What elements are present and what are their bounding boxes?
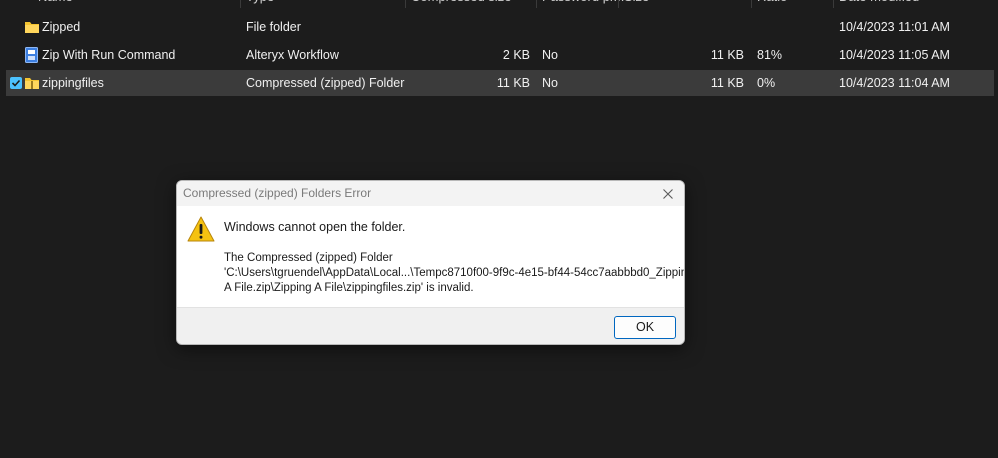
error-detail: The Compressed (zipped) Folder 'C:\Users… xyxy=(224,251,685,296)
column-compressed-size[interactable]: Compressed size xyxy=(411,0,511,8)
checkmark-icon xyxy=(11,79,21,87)
file-password: No xyxy=(542,48,558,62)
column-divider[interactable] xyxy=(618,0,619,8)
file-type: Alteryx Workflow xyxy=(246,48,339,62)
column-divider[interactable] xyxy=(833,0,834,8)
dialog-title: Compressed (zipped) Folders Error xyxy=(183,186,372,200)
column-divider[interactable] xyxy=(536,0,537,8)
dialog-body: Windows cannot open the folder. The Comp… xyxy=(177,206,684,307)
file-name: Zip With Run Command xyxy=(42,48,176,62)
file-date-modified: 10/4/2023 11:04 AM xyxy=(839,76,950,90)
column-date-modified[interactable]: Date modified xyxy=(839,0,919,8)
file-compressed-size: 11 KB xyxy=(496,76,530,90)
file-name: Zipped xyxy=(42,20,81,34)
file-size xyxy=(624,14,744,40)
column-type[interactable]: Type xyxy=(246,0,274,8)
file-row-zipped[interactable]: Zipped File folder 10/4/2023 11:01 AM xyxy=(6,14,994,40)
close-icon xyxy=(663,189,673,199)
file-date-modified: 10/4/2023 11:01 AM xyxy=(839,20,950,34)
error-dialog: Compressed (zipped) Folders Error Window… xyxy=(176,180,685,345)
column-password[interactable]: Password pr... xyxy=(542,0,624,8)
file-type: File folder xyxy=(246,20,301,34)
row-checkbox[interactable] xyxy=(10,77,22,89)
column-name[interactable]: Name xyxy=(38,0,73,8)
file-name: zippingfiles xyxy=(42,76,104,90)
file-row-zip-with-run-command[interactable]: Zip With Run Command Alteryx Workflow 2 … xyxy=(6,42,994,68)
detail-line: The Compressed (zipped) Folder xyxy=(224,252,393,264)
dialog-title-bar[interactable]: Compressed (zipped) Folders Error xyxy=(177,181,684,206)
column-divider[interactable] xyxy=(751,0,752,8)
file-compressed-size xyxy=(411,14,530,40)
file-ratio: 81% xyxy=(757,48,783,62)
file-type: Compressed (zipped) Folder xyxy=(246,76,405,90)
column-size[interactable]: Size xyxy=(624,0,649,8)
file-row-zippingfiles[interactable]: zippingfiles Compressed (zipped) Folder … xyxy=(6,70,994,96)
file-size: 11 KB xyxy=(710,76,744,90)
file-size: 11 KB xyxy=(710,48,744,62)
file-password: No xyxy=(542,76,558,90)
column-divider[interactable] xyxy=(240,0,241,8)
file-compressed-size: 2 KB xyxy=(502,48,530,62)
close-button[interactable] xyxy=(658,184,678,204)
alteryx-workflow-icon xyxy=(25,47,38,63)
file-date-modified: 10/4/2023 11:05 AM xyxy=(839,48,950,62)
folder-icon xyxy=(25,22,39,33)
zip-folder-icon xyxy=(25,78,39,89)
detail-line: A File.zip\Zipping A File\zippingfiles.z… xyxy=(224,282,474,294)
column-ratio[interactable]: Ratio xyxy=(757,0,787,8)
detail-line: 'C:\Users\tgruendel\AppData\Local...\Tem… xyxy=(224,267,685,279)
column-divider[interactable] xyxy=(405,0,406,8)
ok-button[interactable]: OK xyxy=(614,316,676,339)
warning-icon xyxy=(187,216,215,242)
file-ratio: 0% xyxy=(757,76,776,90)
column-header: Name Type Compressed size Password pr...… xyxy=(0,0,998,8)
dialog-footer: OK xyxy=(177,307,684,344)
main-instruction: Windows cannot open the folder. xyxy=(224,220,406,234)
